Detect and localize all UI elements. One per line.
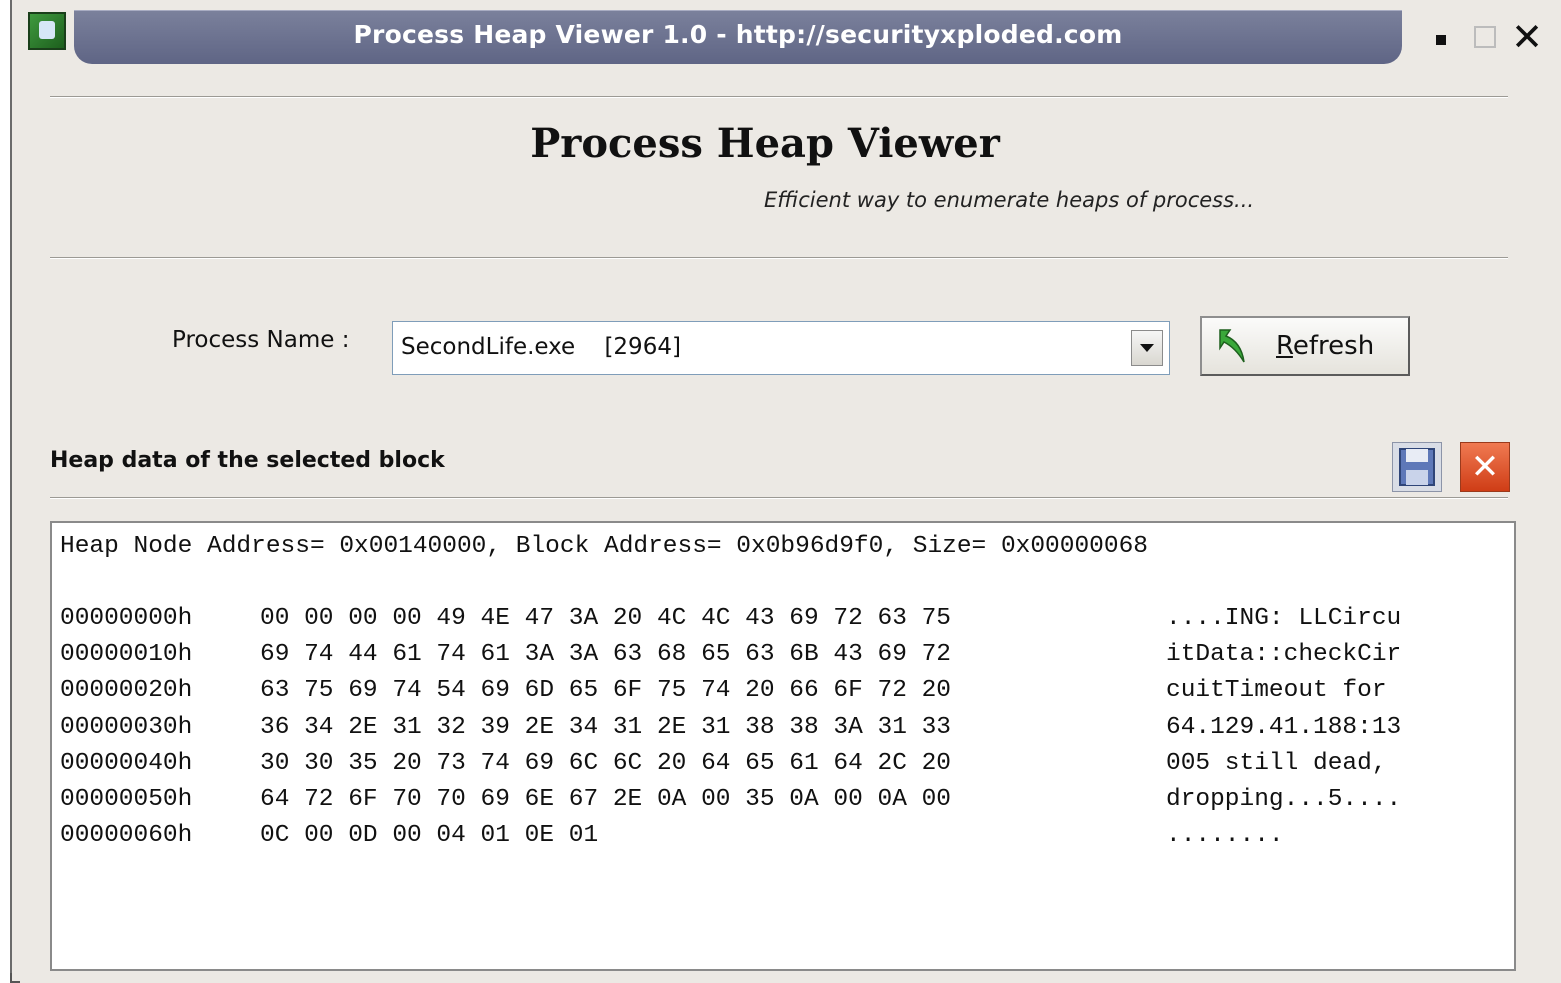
hex-offset: 00000030h [60, 713, 193, 741]
hex-ascii: ....ING: LLCircu [1166, 605, 1402, 632]
hex-line: 00000060h 0C 00 0D 00 04 01 0E 01........ [60, 822, 1284, 849]
hex-line: 00000030h 36 34 2E 31 32 39 2E 34 31 2E 3… [60, 714, 1401, 741]
save-button[interactable] [1392, 442, 1442, 492]
maximize-icon [1474, 26, 1496, 48]
app-logo-icon[interactable] [28, 12, 66, 50]
clear-x-icon: ✕ [1470, 447, 1500, 487]
hex-offset: 00000000h [60, 605, 193, 632]
hex-bytes: 69 74 44 61 74 61 3A 3A 63 68 65 63 6B 4… [260, 641, 952, 669]
heap-info-line: Heap Node Address= 0x00140000, Block Add… [60, 533, 1148, 560]
heap-data-textarea[interactable]: Heap Node Address= 0x00140000, Block Add… [50, 521, 1516, 971]
hex-offset: 00000060h [60, 822, 193, 850]
page-title: Process Heap Viewer [530, 120, 1000, 167]
hex-ascii: itData::checkCir [1166, 641, 1402, 669]
hex-bytes: 0C 00 0D 00 04 01 0E 01 [260, 822, 599, 850]
hex-offset: 00000010h [60, 641, 193, 669]
hex-bytes: 63 75 69 74 54 69 6D 65 6F 75 74 20 66 6… [260, 677, 952, 705]
process-select-value: SecondLife.exe [2964] [401, 334, 681, 360]
refresh-arrow-icon [1219, 329, 1245, 363]
hex-offset: 00000020h [60, 677, 193, 705]
app-window: Process Heap Viewer 1.0 - http://securit… [10, 0, 1561, 983]
process-select[interactable]: SecondLife.exe [2964] [392, 321, 1170, 375]
heap-section-title: Heap data of the selected block [50, 448, 445, 473]
hex-line: 00000050h 64 72 6F 70 70 69 6E 67 2E 0A 0… [60, 786, 1401, 813]
top-divider [50, 96, 1508, 98]
clear-button[interactable]: ✕ [1460, 442, 1510, 492]
refresh-button-label: Refresh [1276, 331, 1375, 361]
hex-ascii: ........ [1166, 822, 1284, 850]
hex-line: 00000020h 63 75 69 74 54 69 6D 65 6F 75 7… [60, 677, 1401, 704]
hex-line: 00000010h 69 74 44 61 74 61 3A 3A 63 68 6… [60, 641, 1401, 668]
hex-offset: 00000040h [60, 749, 193, 777]
hex-ascii: cuitTimeout for [1166, 677, 1402, 705]
hex-offset: 00000050h [60, 786, 193, 813]
hex-bytes: 36 34 2E 31 32 39 2E 34 31 2E 31 38 38 3… [260, 713, 952, 741]
close-button[interactable]: ✕ [1510, 18, 1544, 56]
minimize-icon [1436, 35, 1446, 45]
hex-line: 00000040h 30 30 35 20 73 74 69 6C 6C 20 6… [60, 750, 1401, 777]
hex-ascii: 64.129.41.188:13 [1166, 713, 1402, 741]
refresh-button[interactable]: Refresh [1200, 316, 1410, 376]
title-bar-pill: Process Heap Viewer 1.0 - http://securit… [74, 10, 1402, 64]
minimize-button[interactable] [1424, 20, 1458, 54]
section-divider [50, 497, 1508, 499]
title-bar[interactable]: Process Heap Viewer 1.0 - http://securit… [12, 6, 1561, 66]
maximize-button[interactable] [1468, 20, 1502, 54]
hex-bytes: 64 72 6F 70 70 69 6E 67 2E 0A 00 35 0A 0… [260, 786, 952, 813]
hex-ascii: 005 still dead, [1166, 749, 1402, 777]
header-divider [50, 257, 1508, 259]
dropdown-arrow-button[interactable] [1131, 330, 1163, 366]
hex-ascii: dropping...5.... [1166, 786, 1402, 813]
process-name-label: Process Name : [172, 327, 350, 353]
hex-bytes: 30 30 35 20 73 74 69 6C 6C 20 64 65 61 6… [260, 749, 952, 777]
hex-line: 00000000h 00 00 00 00 49 4E 47 3A 20 4C 4… [60, 605, 1401, 632]
page-subtitle: Efficient way to enumerate heaps of proc… [764, 188, 1255, 212]
save-disk-icon [1399, 448, 1435, 486]
resize-grip[interactable] [10, 973, 20, 983]
window-title: Process Heap Viewer 1.0 - http://securit… [353, 20, 1123, 49]
hex-bytes: 00 00 00 00 49 4E 47 3A 20 4C 4C 43 69 7… [260, 605, 952, 632]
close-icon: ✕ [1511, 15, 1543, 59]
